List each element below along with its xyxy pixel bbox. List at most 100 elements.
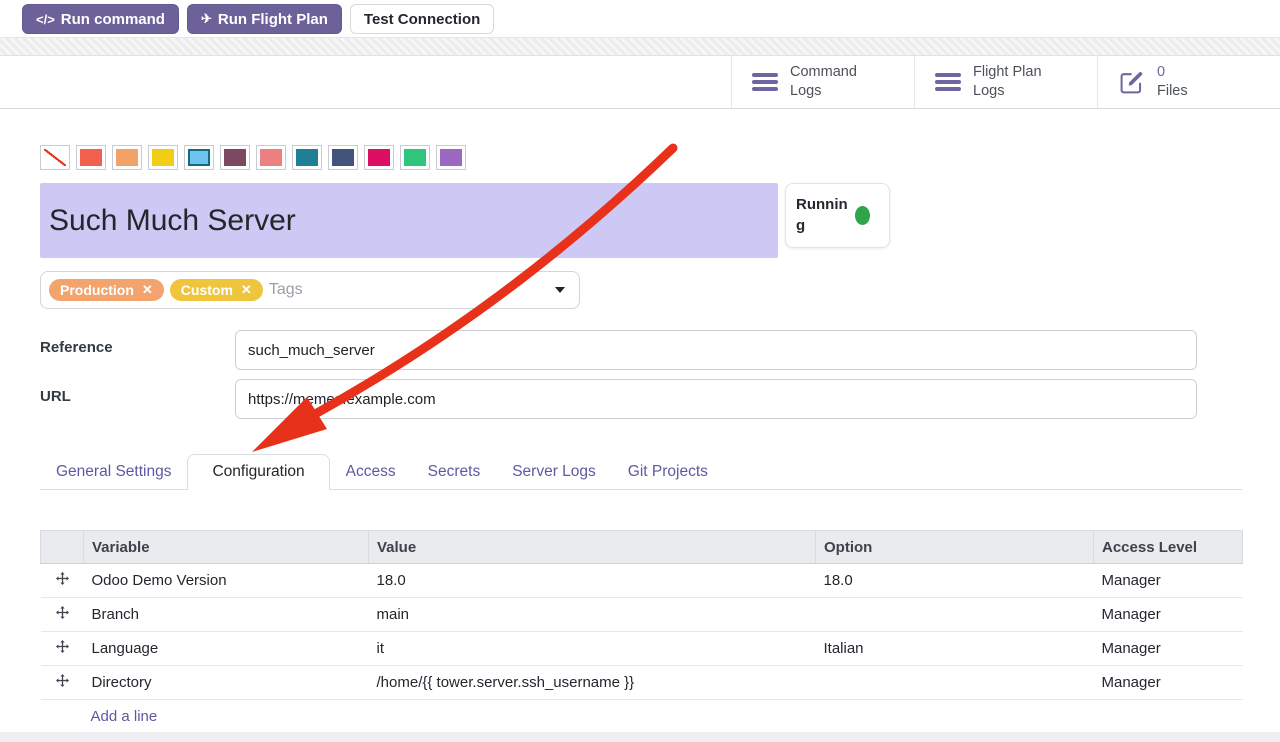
reference-input[interactable] [235, 330, 1197, 370]
column-header-value[interactable]: Value [369, 531, 816, 564]
tags-select[interactable]: Production✕Custom✕ Tags [40, 271, 580, 309]
swatch-color [440, 149, 462, 166]
table-cell[interactable]: Manager [1094, 666, 1243, 700]
move-icon [56, 640, 69, 653]
color-swatch[interactable] [400, 145, 430, 170]
form-sheet: Such Much Server Running Production✕Cust… [0, 109, 1280, 733]
stat-button-files[interactable]: 0 Files [1097, 56, 1280, 108]
swatch-color [188, 149, 210, 166]
color-swatch-none[interactable] [40, 145, 70, 170]
tag-pill[interactable]: Custom ✕ [170, 279, 263, 301]
tab-secrets[interactable]: Secrets [412, 455, 497, 489]
url-label: URL [40, 379, 235, 405]
table-cell[interactable]: Manager [1094, 598, 1243, 632]
drag-handle[interactable] [41, 598, 84, 632]
table-row[interactable]: LanguageitItalianManager [41, 632, 1243, 666]
run-flight-plan-button[interactable]: ✈ Run Flight Plan [187, 4, 342, 34]
stat-command-line1: Command [790, 64, 857, 80]
move-icon [56, 572, 69, 585]
list-icon [935, 73, 961, 91]
notebook-tabs: General SettingsConfigurationAccessSecre… [40, 454, 1242, 490]
table-cell[interactable]: Branch [84, 598, 369, 632]
tab-git-projects[interactable]: Git Projects [612, 455, 724, 489]
list-icon [752, 73, 778, 91]
run-command-label: Run command [61, 11, 165, 28]
files-count: 0 [1157, 64, 1165, 80]
color-swatch[interactable] [184, 145, 214, 170]
table-cell[interactable]: Manager [1094, 632, 1243, 666]
add-line-row: Add a line [41, 700, 1243, 733]
color-swatch[interactable] [292, 145, 322, 170]
table-row[interactable]: Directory/home/{{ tower.server.ssh_usern… [41, 666, 1243, 700]
table-cell[interactable]: Directory [84, 666, 369, 700]
edit-icon [1118, 69, 1145, 96]
server-name-field[interactable]: Such Much Server [40, 183, 778, 258]
status-running-dot [855, 206, 870, 225]
swatch-color [260, 149, 282, 166]
drag-handle[interactable] [41, 632, 84, 666]
table-cell[interactable]: /home/{{ tower.server.ssh_username }} [369, 666, 816, 700]
handle-column-header [41, 531, 84, 564]
table-header-row: Variable Value Option Access Level [41, 531, 1243, 564]
color-swatch[interactable] [256, 145, 286, 170]
stat-button-command-logs[interactable]: Command Logs [731, 56, 914, 108]
table-cell[interactable] [816, 666, 1094, 700]
table-cell[interactable] [816, 598, 1094, 632]
table-cell[interactable]: main [369, 598, 816, 632]
tab-access[interactable]: Access [330, 455, 412, 489]
table-row[interactable]: Odoo Demo Version18.018.0Manager [41, 564, 1243, 598]
configuration-table: Variable Value Option Access Level Odoo … [40, 530, 1243, 733]
color-swatch[interactable] [148, 145, 178, 170]
tag-label: Custom [181, 282, 233, 298]
tab-server-logs[interactable]: Server Logs [496, 455, 612, 489]
test-connection-button[interactable]: Test Connection [350, 4, 494, 34]
tab-general-settings[interactable]: General Settings [40, 455, 187, 489]
reference-label: Reference [40, 330, 235, 356]
tab-configuration[interactable]: Configuration [187, 454, 329, 490]
drag-handle[interactable] [41, 666, 84, 700]
drag-handle[interactable] [41, 564, 84, 598]
table-cell[interactable]: Italian [816, 632, 1094, 666]
swatch-color [368, 149, 390, 166]
chevron-down-icon[interactable] [555, 287, 565, 293]
move-icon [56, 674, 69, 687]
url-input[interactable] [235, 379, 1197, 419]
swatch-color [80, 149, 102, 166]
striped-divider [0, 37, 1280, 56]
table-cell[interactable]: Odoo Demo Version [84, 564, 369, 598]
add-a-line-link[interactable]: Add a line [49, 708, 158, 725]
column-header-variable[interactable]: Variable [84, 531, 369, 564]
run-command-button[interactable]: </> Run command [22, 4, 179, 34]
color-palette [40, 145, 1242, 170]
files-label: Files [1157, 83, 1188, 99]
control-panel: Command Logs Flight Plan Logs 0 Files [0, 56, 1280, 109]
table-cell[interactable]: 18.0 [369, 564, 816, 598]
tag-remove-icon[interactable]: ✕ [142, 282, 153, 298]
color-swatch[interactable] [328, 145, 358, 170]
color-swatch[interactable] [76, 145, 106, 170]
server-name-text: Such Much Server [49, 204, 296, 238]
color-swatch[interactable] [112, 145, 142, 170]
tag-pill[interactable]: Production ✕ [49, 279, 164, 301]
table-cell[interactable]: Language [84, 632, 369, 666]
page-background-strip [0, 732, 1280, 742]
code-icon: </> [36, 12, 55, 27]
action-bar: </> Run command ✈ Run Flight Plan Test C… [0, 0, 1280, 37]
table-cell[interactable]: 18.0 [816, 564, 1094, 598]
column-header-option[interactable]: Option [816, 531, 1094, 564]
column-header-access-level[interactable]: Access Level [1094, 531, 1243, 564]
table-cell[interactable]: Manager [1094, 564, 1243, 598]
status-toggle-button[interactable]: Running [785, 183, 890, 248]
table-cell[interactable]: it [369, 632, 816, 666]
color-swatch[interactable] [364, 145, 394, 170]
tag-label: Production [60, 282, 134, 298]
stat-flightplan-line2: Logs [973, 83, 1004, 99]
color-swatch[interactable] [220, 145, 250, 170]
table-row[interactable]: Branchmain Manager [41, 598, 1243, 632]
tag-remove-icon[interactable]: ✕ [241, 282, 252, 298]
stat-button-flight-plan-logs[interactable]: Flight Plan Logs [914, 56, 1097, 108]
test-connection-label: Test Connection [364, 11, 480, 28]
run-flight-plan-label: Run Flight Plan [218, 11, 328, 28]
color-swatch[interactable] [436, 145, 466, 170]
stat-flightplan-line1: Flight Plan [973, 64, 1042, 80]
